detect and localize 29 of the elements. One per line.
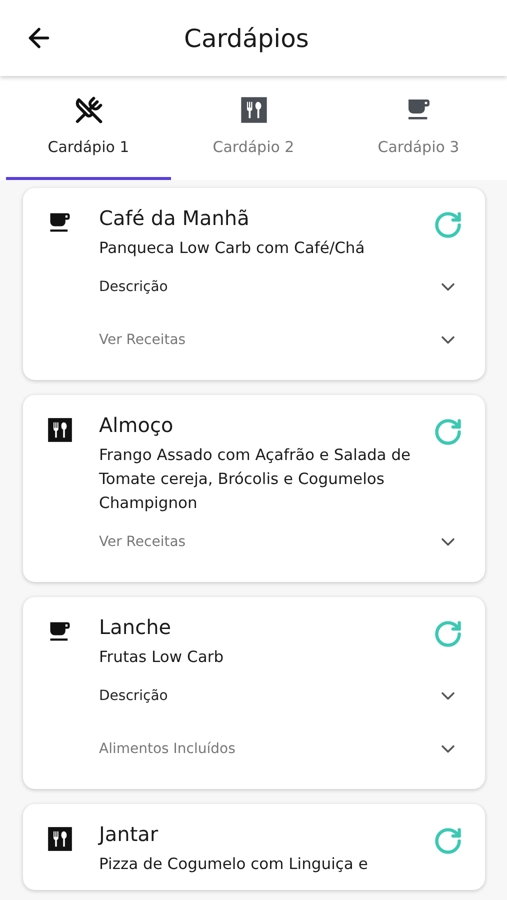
expand-row[interactable]: Descrição [99,260,459,313]
meal-title: Lanche [99,615,172,639]
refresh-button[interactable] [433,619,463,649]
page-title: Cardápios [184,24,309,52]
expand-row[interactable]: Ver Receitas [99,313,459,366]
meal-title: Almoço [99,413,174,437]
utensils-crossed-icon [74,96,102,124]
expand-row[interactable]: Ver Receitas [99,515,459,568]
menu-tab[interactable]: Cardápio 1 [6,76,171,180]
refresh-button[interactable] [433,417,463,447]
dish-name: Frutas Low Carb [99,647,225,668]
menu-tab[interactable]: Cardápio 3 [336,76,501,180]
dish-name: Panqueca Low Carb com Café/Chá [99,238,366,259]
cutlery-icon [47,826,73,852]
meal-title: Café da Manhã [99,206,250,230]
refresh-button[interactable] [433,210,463,240]
cutlery-icon [47,417,73,443]
refresh-icon [433,417,463,447]
refresh-icon [433,826,463,856]
menu-tab[interactable]: Cardápio 2 [171,76,336,180]
cutlery-icon [240,96,268,124]
meal-title: Jantar [99,822,160,846]
refresh-icon [433,210,463,240]
dish-name: Pizza de Cogumelo com Linguiça e [99,854,369,875]
dish-name: Frango Assado com Açafrão e Salada de Tomate cereja, Brócolis e Cogumelos Champignon [99,445,412,514]
expand-row[interactable]: Alimentos Incluídos [99,722,459,775]
refresh-icon [433,619,463,649]
expand-row[interactable]: Descrição [99,669,459,722]
refresh-button[interactable] [433,826,463,856]
